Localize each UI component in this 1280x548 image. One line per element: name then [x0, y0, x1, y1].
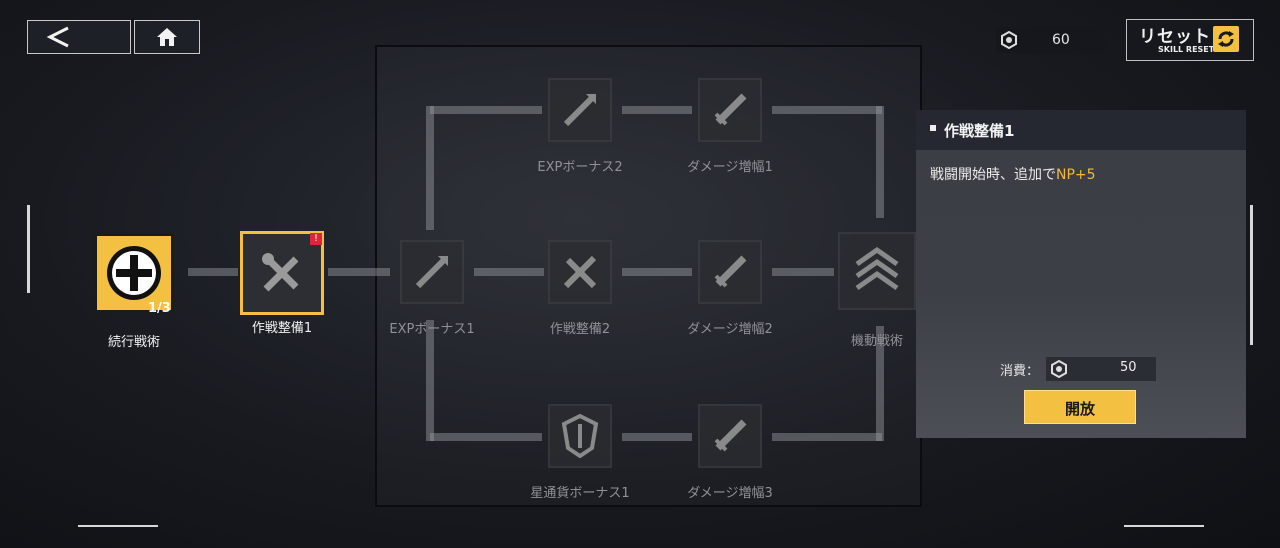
connector: [622, 106, 692, 114]
connector: [426, 320, 434, 441]
info-header: 作戦整備1: [916, 110, 1246, 150]
connector: [772, 433, 882, 441]
cross-shield-icon: [107, 246, 161, 300]
connector: [188, 268, 238, 276]
home-button[interactable]: [134, 20, 200, 54]
skill-node-dmg3[interactable]: ダメージ増幅3: [687, 404, 773, 501]
sword-icon: [714, 93, 747, 126]
wrench-sword-icon: [563, 255, 597, 289]
skill-label-selected: 作戦整備1: [251, 321, 313, 336]
connector: [430, 433, 542, 441]
skill-node-selected[interactable]: ! 作戦整備1: [240, 231, 324, 336]
sword-icon: [714, 419, 747, 452]
cost-label: 消費：: [1000, 364, 1040, 379]
connector: [876, 106, 884, 218]
connector: [474, 268, 544, 276]
skill-label-root: 続行戦術: [107, 335, 160, 350]
desc-prefix: 戦闘開始時、追加で: [930, 167, 1056, 183]
skill-node-prep2[interactable]: 作戦整備2: [548, 240, 612, 337]
connector: [328, 268, 390, 276]
skill-node-dmg1[interactable]: ダメージ増幅1: [687, 78, 773, 175]
cost-value: 50: [1120, 360, 1137, 375]
skill-label-exp2: EXPボーナス2: [537, 160, 623, 175]
root-level: 1/3: [148, 301, 171, 316]
back-chevron-icon: [46, 26, 69, 48]
left-edge-line: [27, 205, 30, 293]
home-icon: [157, 28, 177, 46]
hex-gear-icon: [1001, 31, 1017, 49]
refresh-icon: [1213, 26, 1239, 52]
connector: [426, 106, 434, 230]
shield-trident-icon: [561, 414, 599, 458]
skill-label-exp1: EXPボーナス1: [389, 322, 475, 337]
bottom-left-line: [78, 525, 158, 527]
connector: [772, 268, 834, 276]
reset-label: リセット: [1139, 27, 1211, 47]
back-button[interactable]: [27, 20, 131, 54]
hex-gear-icon: [1051, 360, 1067, 378]
info-title: 作戦整備1: [944, 122, 1015, 140]
bottom-right-line: [1124, 525, 1204, 527]
currency-display: 60: [996, 27, 1106, 53]
skill-node-star[interactable]: 星通貨ボーナス1: [530, 404, 630, 501]
connector: [622, 268, 692, 276]
skill-label-star: 星通貨ボーナス1: [530, 486, 630, 501]
skill-node-root[interactable]: 1/3 続行戦術: [90, 231, 178, 350]
skill-node-exp1[interactable]: EXPボーナス1: [389, 240, 475, 337]
exp-arrow-icon: [415, 255, 449, 289]
cost-display: 50: [1046, 357, 1156, 381]
skill-reset-button[interactable]: リセット SKILL RESET: [1126, 19, 1254, 61]
exp-arrow-icon: [563, 93, 597, 127]
connector: [772, 106, 882, 114]
chevron-emblem-icon: [855, 246, 899, 291]
currency-value: 60: [1052, 32, 1070, 48]
skill-label-prep2: 作戦整備2: [549, 322, 611, 337]
skill-node-mobile[interactable]: 機動戦術: [838, 232, 916, 349]
skill-label-dmg1: ダメージ増幅1: [687, 160, 773, 175]
right-edge-line: [1250, 205, 1253, 345]
skill-node-exp2[interactable]: EXPボーナス2: [537, 78, 623, 175]
skill-node-dmg2[interactable]: ダメージ増幅2: [687, 240, 773, 337]
skill-label-dmg2: ダメージ増幅2: [687, 322, 773, 337]
unlock-label: 開放: [1064, 400, 1095, 418]
header-bullet-icon: [930, 125, 936, 131]
alert-badge: !: [310, 233, 322, 245]
desc-highlight: NP+5: [1056, 167, 1096, 183]
skill-info-panel: 作戦整備1 戦闘開始時、追加でNP+5 消費： 50 開放: [916, 110, 1246, 438]
sword-icon: [714, 255, 747, 288]
wrench-sword-icon: [262, 253, 299, 292]
skill-label-dmg3: ダメージ増幅3: [687, 486, 773, 501]
connector: [430, 106, 542, 114]
info-description: 戦闘開始時、追加でNP+5: [930, 164, 1096, 184]
reset-sub-label: SKILL RESET: [1158, 45, 1215, 54]
connector: [622, 433, 692, 441]
unlock-button[interactable]: 開放: [1024, 390, 1136, 424]
